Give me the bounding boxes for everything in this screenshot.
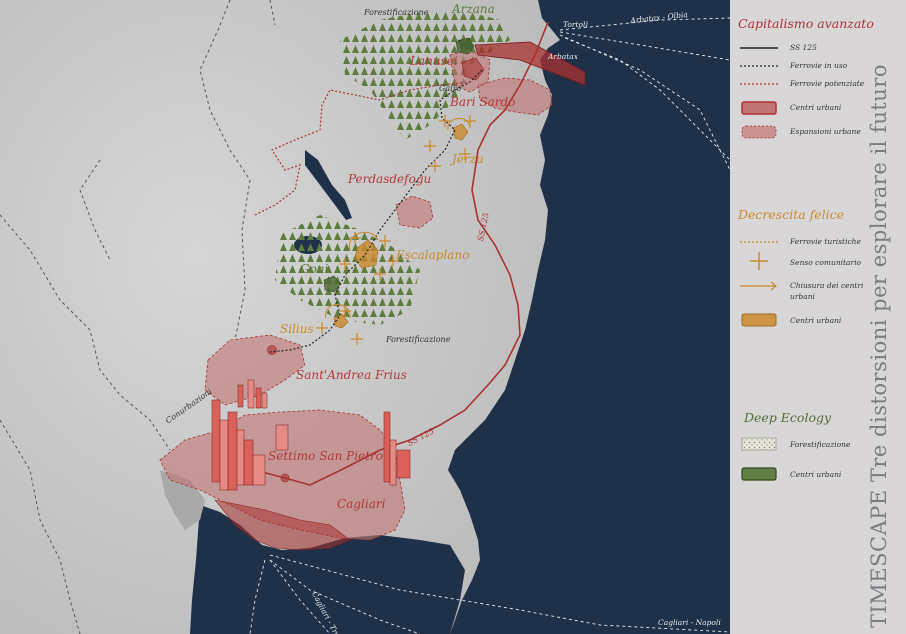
legend-item-rail-turistiche: Ferrovie turistiche bbox=[790, 237, 861, 246]
page-title: TIMESCAPE Tre distorsioni per esplorare … bbox=[867, 64, 891, 628]
legend-item-rail-in-use: Ferrovie in uso bbox=[790, 61, 848, 70]
legend-sym-community bbox=[750, 252, 768, 270]
legend-sym-centri-urbani-cap bbox=[741, 101, 777, 115]
label-santandrea: Sant'Andrea Frius bbox=[296, 368, 407, 382]
legend-sym-rail-turistiche bbox=[740, 241, 778, 243]
legend-item-centri-urbani-cap: Centri urbani bbox=[790, 103, 842, 112]
label-silius: Silius bbox=[280, 322, 314, 336]
label-cagliari: Cagliari bbox=[337, 497, 386, 511]
legend-item-centri-urbani-deep: Centri urbani bbox=[790, 470, 842, 479]
legend-sym-rail-potenziate bbox=[740, 83, 778, 85]
center-santandrea bbox=[267, 345, 277, 355]
legend-item-forest: Forestificazione bbox=[790, 440, 851, 449]
legend-item-rail-potenziate: Ferrovie potenziate bbox=[790, 79, 865, 88]
legend-title-capitalismo: Capitalismo avanzato bbox=[738, 16, 874, 31]
legend-item-community: Senso comunitario bbox=[790, 258, 862, 267]
label-route-napoli: Cagliari - Napoli bbox=[658, 618, 721, 627]
label-settimo: Settimo San Pietro bbox=[268, 449, 383, 463]
legend-title-deep: Deep Ecology bbox=[744, 410, 832, 425]
label-jerzu: Jerzu bbox=[452, 152, 484, 166]
legend-item-ss125: SS 125 bbox=[790, 43, 817, 52]
map-stage: Forestificazione Arzana Lanusei Gairo Ba… bbox=[0, 0, 906, 634]
legend-sym-espansioni bbox=[741, 125, 777, 139]
legend-sym-centri-urbani-deep bbox=[741, 467, 777, 481]
legend-sym-forest bbox=[741, 437, 777, 451]
label-escalaplano: Escalaplano bbox=[396, 248, 470, 262]
label-goni: Goni bbox=[300, 262, 329, 276]
label-perdasdefogu: Perdasdefogu bbox=[348, 172, 432, 186]
label-arbatax: Arbatax bbox=[548, 52, 578, 61]
legend-sym-rail-in-use bbox=[740, 65, 778, 67]
legend-item-centri-urbani-dec: Centri urbani bbox=[790, 316, 842, 325]
label-bari-sardo: Bari Sardo bbox=[450, 95, 516, 109]
label-forest-mid: Forestificazione bbox=[386, 335, 451, 344]
legend-title-decrescita: Decrescita felice bbox=[738, 207, 845, 222]
label-lanusei: Lanusei bbox=[410, 54, 458, 68]
label-tortoli: Tortolì bbox=[563, 20, 588, 29]
label-gairo: Gairo bbox=[439, 84, 462, 93]
legend-sym-ss125 bbox=[740, 47, 778, 49]
legend-item-espansioni: Espansioni urbane bbox=[790, 127, 861, 136]
label-arzana: Arzana bbox=[452, 2, 495, 16]
legend-sym-closure bbox=[740, 281, 777, 291]
label-forest-top: Forestificazione bbox=[364, 8, 429, 17]
legend-sym-centri-urbani-dec bbox=[741, 313, 777, 327]
